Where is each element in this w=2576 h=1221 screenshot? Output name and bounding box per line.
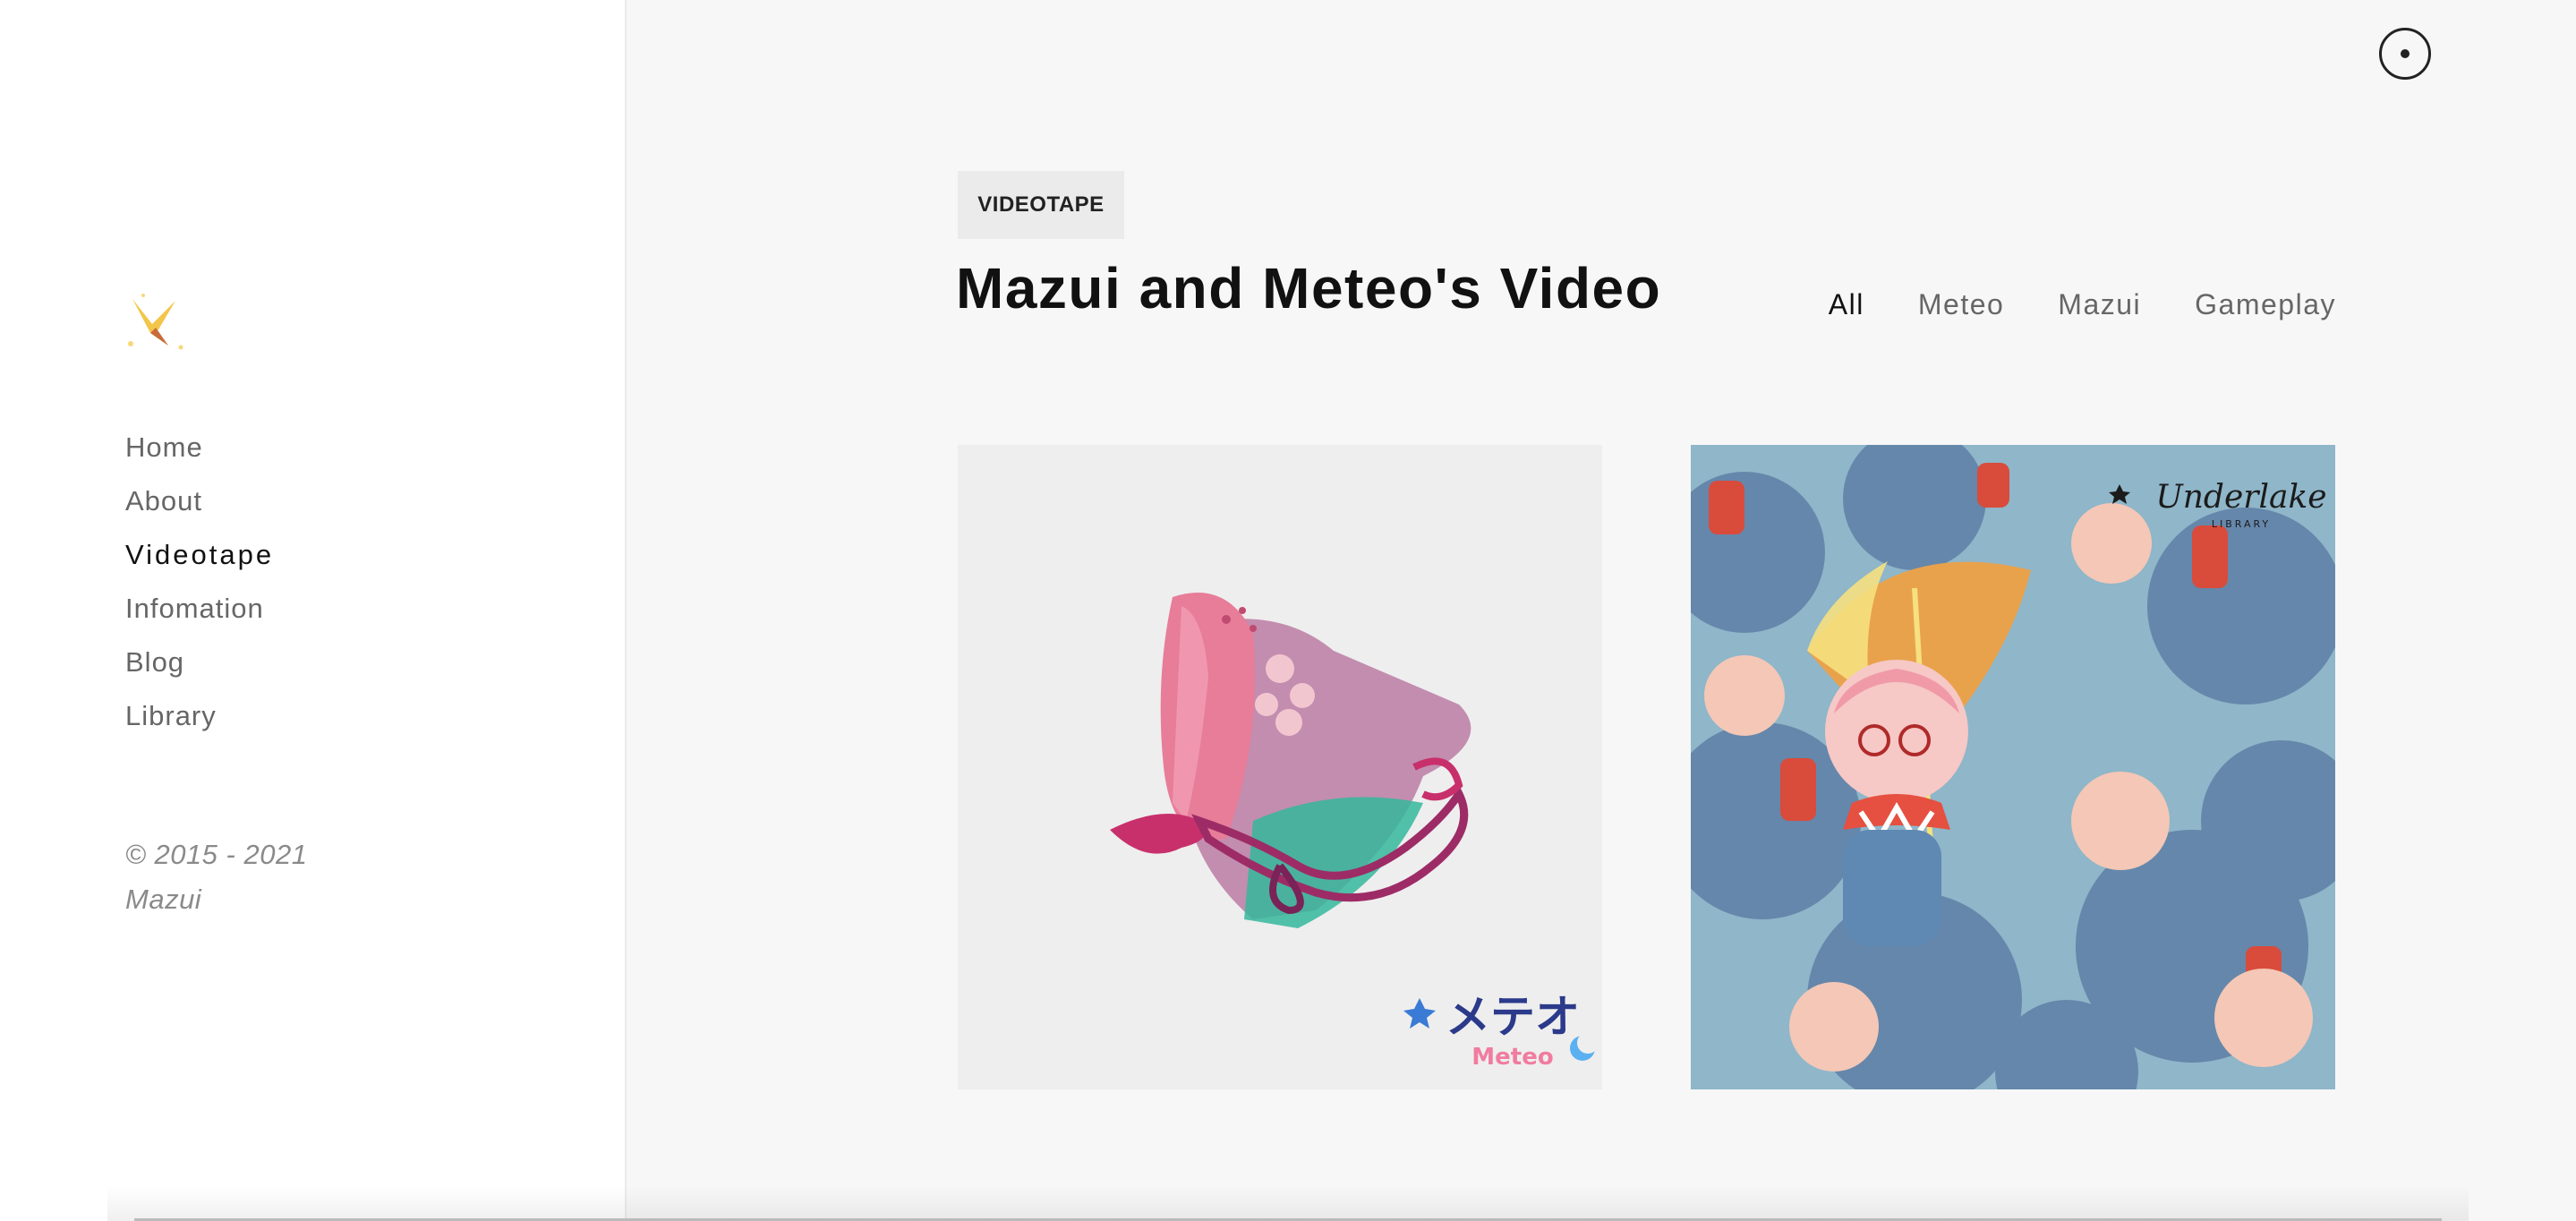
page-title: Mazui and Meteo's Video [956,256,1662,320]
nav-item-home[interactable]: Home [125,421,274,474]
video-card-underlake[interactable]: Underlake LIBRARY [1691,445,2335,1089]
category-filters: All Meteo Mazui Gameplay [1829,288,2336,321]
nav-item-about[interactable]: About [125,474,274,528]
svg-text:メテオ: メテオ [1446,991,1580,1043]
umbrella-crowd-illustration: Underlake LIBRARY [1691,445,2335,1089]
filter-all[interactable]: All [1829,288,1864,321]
copyright: © 2015 - 2021 Mazui [125,832,307,922]
meteo-logo: メテオ Meteo [1403,991,1599,1071]
copyright-years: © 2015 - 2021 [125,839,308,870]
sidebar: Home About Videotape Infomation Blog Lib… [0,0,627,1221]
svg-text:LIBRARY: LIBRARY [2212,518,2271,530]
svg-text:Underlake: Underlake [2155,479,2326,516]
video-card-meteo[interactable]: メテオ Meteo [958,445,1602,1089]
nav-item-infomation[interactable]: Infomation [125,582,274,636]
target-circle-icon[interactable] [2379,28,2431,80]
logo-icon[interactable] [124,292,186,354]
nav-item-library[interactable]: Library [125,689,274,743]
filter-gameplay[interactable]: Gameplay [2195,288,2336,321]
main-nav: Home About Videotape Infomation Blog Lib… [125,421,274,743]
bottom-shadow [107,1185,2469,1221]
svg-text:Meteo: Meteo [1471,1044,1553,1071]
nav-item-blog[interactable]: Blog [125,636,274,689]
bouquet-illustration: メテオ Meteo [1110,593,1599,1071]
section-tag: VIDEOTAPE [958,171,1124,239]
filter-mazui[interactable]: Mazui [2058,288,2141,321]
filter-meteo[interactable]: Meteo [1918,288,2004,321]
copyright-owner: Mazui [125,884,202,915]
nav-item-videotape[interactable]: Videotape [125,528,274,582]
